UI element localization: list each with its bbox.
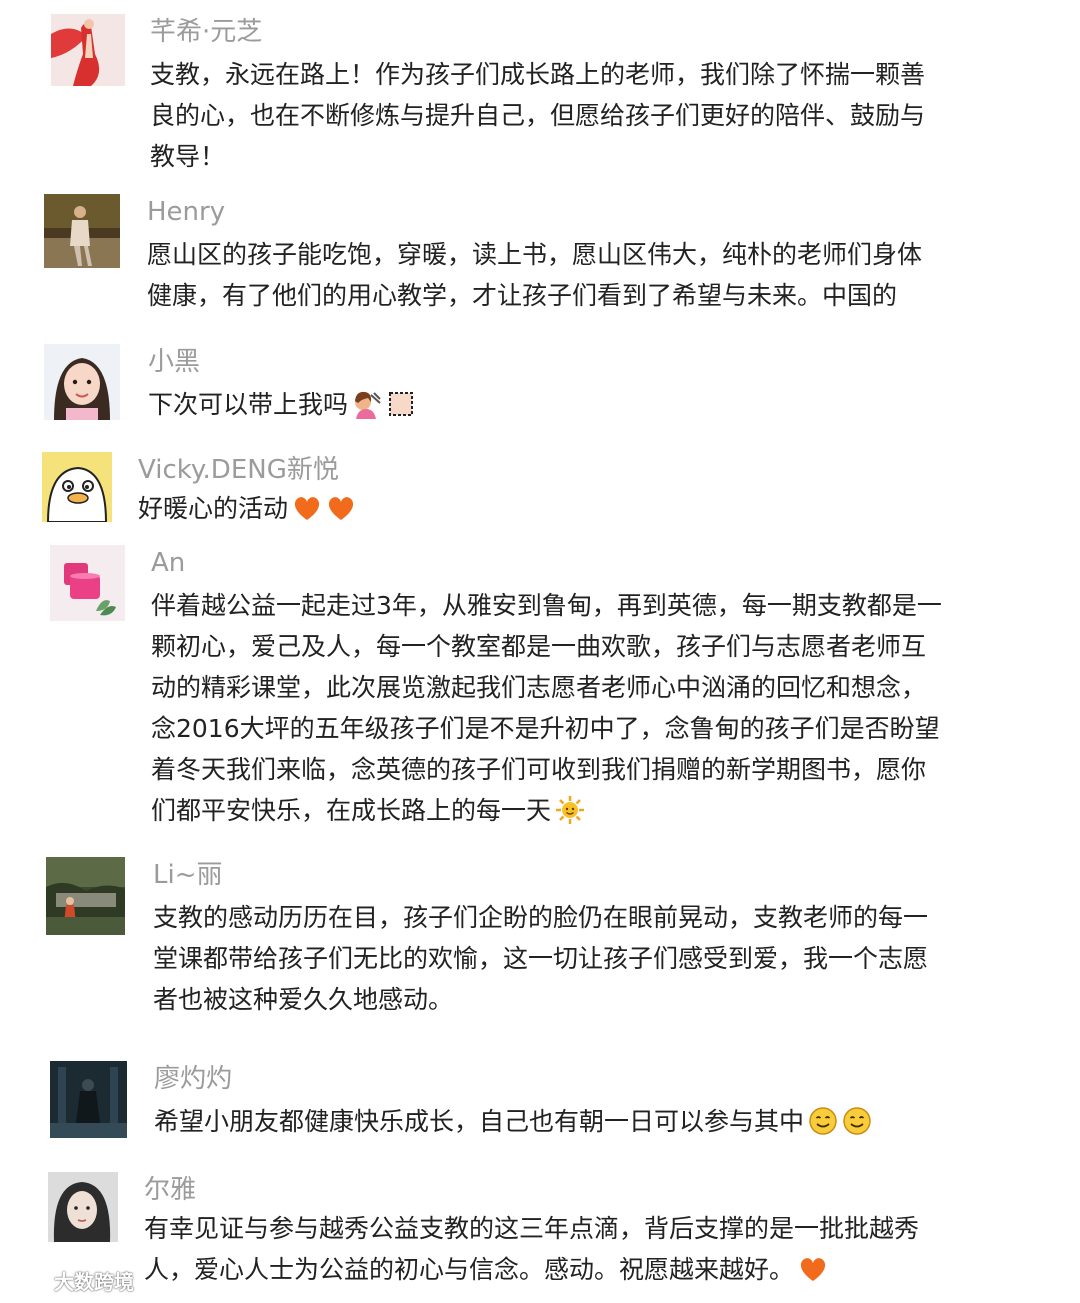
comment-line: 着冬天我们来临，念英德的孩子们可收到我们捐赠的新学期图书，愿你 bbox=[151, 755, 927, 784]
comment-line: 好暖心的活动 bbox=[138, 488, 356, 529]
smile-emoji-icon bbox=[808, 1106, 838, 1136]
watermark: 大数跨境 bbox=[10, 1266, 134, 1295]
placeholder-emoji-icon bbox=[386, 389, 416, 419]
avatar[interactable] bbox=[44, 194, 120, 268]
comment-line: 动的精彩课堂，此次展览激起我们志愿者老师心中汹涌的回忆和想念， bbox=[151, 673, 927, 702]
comment-line: 颗初心，爱己及人，每一个教室都是一曲欢歌，孩子们与志愿者老师互 bbox=[151, 632, 927, 661]
avatar[interactable] bbox=[44, 344, 120, 420]
comment-text: 有幸见证与参与越秀公益支教的这三年点滴，背后支撑的是一批批越秀 人，爱心人士为公… bbox=[144, 1208, 919, 1290]
sun-emoji-icon bbox=[555, 795, 585, 825]
outdoor-photo-icon bbox=[44, 194, 120, 268]
comment-line: 有幸见证与参与越秀公益支教的这三年点滴，背后支撑的是一批批越秀 bbox=[144, 1214, 920, 1243]
comment-author[interactable]: Li~丽 bbox=[153, 857, 928, 893]
comment-line: 良的心，也在不断修炼与提升自己，但愿给孩子们更好的陪伴、鼓励与 bbox=[150, 101, 926, 130]
comment-text: 支教，永远在路上！作为孩子们成长路上的老师，我们除了怀揣一颗善 良的心，也在不断… bbox=[150, 54, 925, 177]
comment-author[interactable]: 廖灼灼 bbox=[154, 1061, 872, 1097]
comment-author[interactable]: Vicky.DENG新悦 bbox=[138, 452, 356, 488]
comment-text: 下次可以带上我吗 bbox=[148, 384, 416, 425]
weibo-logo-icon bbox=[10, 1272, 48, 1292]
avatar[interactable] bbox=[48, 1172, 118, 1242]
comment-author[interactable]: 芊希·元芝 bbox=[150, 14, 925, 50]
dancer-photo-icon bbox=[51, 14, 125, 86]
comment-text: 愿山区的孩子能吃饱，穿暖，读上书，愿山区伟大，纯朴的老师们身体 健康，有了他们的… bbox=[147, 234, 922, 316]
comment-line: 下次可以带上我吗 bbox=[148, 384, 416, 425]
haircut-emoji-icon bbox=[352, 389, 382, 419]
comment-line-text: 人，爱心人士为公益的初心与信念。感动。祝愿越来越好。 bbox=[144, 1255, 795, 1284]
comment-text: 支教的感动历历在目，孩子们企盼的脸仍在眼前晃动，支教老师的每一 堂课都带给孩子们… bbox=[153, 897, 928, 1020]
comment-line: 者也被这种爱久久地感动。 bbox=[153, 985, 454, 1014]
comment-text: 希望小朋友都健康快乐成长，自己也有朝一日可以参与其中 bbox=[154, 1101, 872, 1142]
avatar[interactable] bbox=[42, 452, 112, 522]
avatar[interactable] bbox=[46, 857, 125, 935]
comment-line: 念2016大坪的五年级孩子们是不是升初中了，念鲁甸的孩子们是否盼望 bbox=[151, 714, 940, 743]
comment-line: 希望小朋友都健康快乐成长，自己也有朝一日可以参与其中 bbox=[154, 1101, 872, 1142]
comment-text: 好暖心的活动 bbox=[138, 488, 356, 529]
avatar[interactable] bbox=[51, 14, 125, 86]
comment-author[interactable]: Henry bbox=[147, 194, 922, 230]
comment-line: 人，爱心人士为公益的初心与信念。感动。祝愿越来越好。 bbox=[144, 1249, 919, 1290]
avatar[interactable] bbox=[50, 545, 125, 621]
watermark-text: 大数跨境 bbox=[54, 1270, 134, 1294]
woman-portrait-icon bbox=[48, 1172, 118, 1242]
smile-emoji-icon bbox=[842, 1106, 872, 1136]
comment-line: 们都平安快乐，在成长路上的每一天 bbox=[151, 790, 942, 831]
comment-text: 伴着越公益一起走过3年，从雅安到鲁甸，再到英德，每一期支教都是一 颗初心，爱己及… bbox=[151, 585, 942, 831]
candle-photo-icon bbox=[50, 545, 125, 621]
comment-line: 健康，有了他们的用心教学，才让孩子们看到了希望与未来。中国的 bbox=[147, 281, 898, 310]
comment-line-text: 们都平安快乐，在成长路上的每一天 bbox=[151, 796, 552, 825]
comment-author[interactable]: 小黑 bbox=[148, 344, 416, 380]
comment-line: 堂课都带给孩子们无比的欢愉，这一切让孩子们感受到爱，我一个志愿 bbox=[153, 944, 929, 973]
comment-line-text: 好暖心的活动 bbox=[138, 494, 289, 523]
duck-cartoon-icon bbox=[42, 452, 112, 522]
comment-line-text: 下次可以带上我吗 bbox=[148, 390, 349, 419]
comment-line-text: 希望小朋友都健康快乐成长，自己也有朝一日可以参与其中 bbox=[154, 1107, 805, 1136]
avatar[interactable] bbox=[50, 1061, 127, 1138]
comment-author[interactable]: An bbox=[151, 545, 942, 581]
garden-photo-icon bbox=[46, 857, 125, 935]
dark-scene-photo-icon bbox=[50, 1061, 127, 1138]
comment-author[interactable]: 尔雅 bbox=[144, 1172, 919, 1208]
orange-heart-emoji-icon bbox=[292, 493, 322, 523]
comment-line: 教导！ bbox=[150, 142, 226, 171]
comment-line: 愿山区的孩子能吃饱，穿暖，读上书，愿山区伟大，纯朴的老师们身体 bbox=[147, 240, 923, 269]
comment-line: 伴着越公益一起走过3年，从雅安到鲁甸，再到英德，每一期支教都是一 bbox=[151, 591, 942, 620]
comment-line: 支教，永远在路上！作为孩子们成长路上的老师，我们除了怀揣一颗善 bbox=[150, 60, 926, 89]
comment-line: 支教的感动历历在目，孩子们企盼的脸仍在眼前晃动，支教老师的每一 bbox=[153, 903, 929, 932]
orange-heart-emoji-icon bbox=[326, 493, 356, 523]
girl-photo-icon bbox=[44, 344, 120, 420]
orange-heart-emoji-icon bbox=[798, 1254, 828, 1284]
